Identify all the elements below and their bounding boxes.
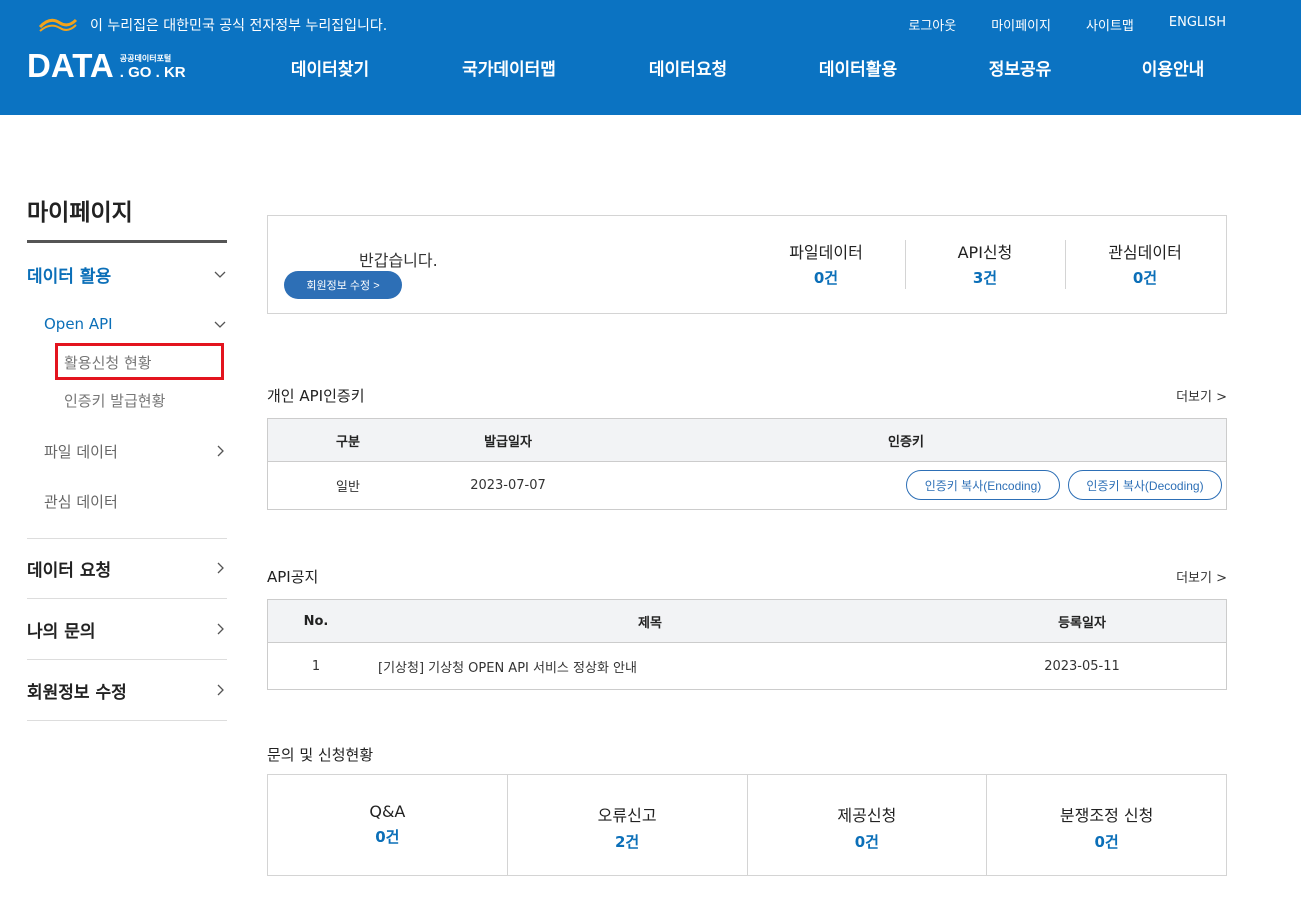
status-qna[interactable]: Q&A 0건 xyxy=(268,775,508,875)
sitemap-link[interactable]: 사이트맵 xyxy=(1086,15,1134,34)
chevron-down-icon xyxy=(214,271,226,278)
chevron-right-icon xyxy=(217,623,224,635)
sidebar-item-label: 회원정보 수정 xyxy=(27,682,127,703)
main-nav: 데이터찾기 국가데이터맵 데이터요청 데이터활용 정보공유 이용안내 xyxy=(0,55,1301,81)
sidebar-item-label: 나의 문의 xyxy=(27,621,96,642)
api-notice-more-link[interactable]: 더보기 > xyxy=(1176,567,1227,586)
sidebar-item-label: 파일 데이터 xyxy=(44,442,118,461)
status-error-report[interactable]: 오류신고 2건 xyxy=(508,775,748,875)
sidebar-item-label: Open API xyxy=(44,315,113,333)
chevron-right-icon xyxy=(217,684,224,696)
sidebar-item-interest-data[interactable]: 관심 데이터 xyxy=(44,490,227,512)
api-key-more-link[interactable]: 더보기 > xyxy=(1176,386,1227,405)
status-dispute-request[interactable]: 분쟁조정 신청 0건 xyxy=(987,775,1226,875)
sidebar-item-member-edit[interactable]: 회원정보 수정 xyxy=(27,678,227,703)
sidebar-item-label: 인증키 발급현황 xyxy=(64,391,166,410)
sidebar-title-underline xyxy=(27,240,227,243)
api-key-table: 구분 발급일자 인증키 일반 2023-07-07 인증키 복사(Encodin… xyxy=(267,418,1227,510)
table-header: No. 제목 등록일자 xyxy=(268,600,1226,643)
greeting-text: 반갑습니다. xyxy=(359,251,438,270)
notice-subject-link[interactable]: [기상청] 기상청 OPEN API 서비스 정상화 안내 xyxy=(378,643,678,689)
sidebar-divider xyxy=(27,720,227,721)
sidebar-divider xyxy=(27,659,227,660)
gov-notice-bar: 이 누리집은 대한민국 공식 전자정부 누리집입니다. xyxy=(36,13,387,37)
status-value: 0건 xyxy=(854,833,879,851)
status-value: 2건 xyxy=(615,833,640,851)
nav-data-use[interactable]: 데이터활용 xyxy=(819,55,897,80)
key-date-cell: 2023-07-07 xyxy=(470,478,546,493)
sidebar-item-label: 관심 데이터 xyxy=(44,492,118,511)
sidebar-divider xyxy=(27,598,227,599)
nav-data-search[interactable]: 데이터찾기 xyxy=(291,55,369,80)
welcome-panel: 반갑습니다. 회원정보 수정 > 파일데이터 0건 API신청 3건 관심데이터… xyxy=(267,215,1227,314)
stat-interest-data[interactable]: 관심데이터 0건 xyxy=(1065,239,1225,288)
chevron-right-icon xyxy=(217,562,224,574)
column-header-subject: 제목 xyxy=(638,615,662,631)
nav-info-share[interactable]: 정보공유 xyxy=(989,55,1052,80)
notice-no-cell: 1 xyxy=(311,658,321,674)
inquiry-status-panel: Q&A 0건 오류신고 2건 제공신청 0건 분쟁조정 신청 0건 xyxy=(267,774,1227,876)
stat-label: 관심데이터 xyxy=(1108,243,1182,262)
table-header: 구분 발급일자 인증키 xyxy=(268,419,1226,462)
stat-file-data[interactable]: 파일데이터 0건 xyxy=(746,239,906,288)
stat-api-apply[interactable]: API신청 3건 xyxy=(905,239,1065,288)
stat-label: API신청 xyxy=(957,243,1013,262)
table-row: 일반 2023-07-07 인증키 복사(Encoding) 인증키 복사(De… xyxy=(268,462,1226,509)
mypage-link[interactable]: 마이페이지 xyxy=(991,15,1051,34)
chevron-down-icon xyxy=(214,321,226,328)
column-header-date: 등록일자 xyxy=(1058,615,1106,631)
status-label: 제공신청 xyxy=(837,806,897,825)
api-notice-section-title: API공지 xyxy=(267,568,319,586)
key-type-cell: 일반 xyxy=(336,480,360,495)
sidebar-item-file-data[interactable]: 파일 데이터 xyxy=(44,440,227,462)
stat-value: 0건 xyxy=(813,269,839,287)
status-label: 분쟁조정 신청 xyxy=(1059,806,1154,825)
copy-key-decoding-button[interactable]: 인증키 복사(Decoding) xyxy=(1068,470,1222,500)
utility-links: 로그아웃 마이페이지 사이트맵 ENGLISH xyxy=(908,15,1301,34)
site-header: 이 누리집은 대한민국 공식 전자정부 누리집입니다. 로그아웃 마이페이지 사… xyxy=(0,0,1301,115)
nav-guide[interactable]: 이용안내 xyxy=(1142,55,1205,80)
status-value: 0건 xyxy=(1094,833,1119,851)
api-notice-table: No. 제목 등록일자 1 [기상청] 기상청 OPEN API 서비스 정상화… xyxy=(267,599,1227,690)
copy-key-encoding-button[interactable]: 인증키 복사(Encoding) xyxy=(906,470,1060,500)
gov-notice-text: 이 누리집은 대한민국 공식 전자정부 누리집입니다. xyxy=(90,18,388,34)
sidebar-item-my-inquiry[interactable]: 나의 문의 xyxy=(27,617,227,642)
status-value: 0건 xyxy=(375,828,400,846)
status-label: Q&A xyxy=(369,802,406,821)
sidebar-item-open-api[interactable]: Open API xyxy=(44,313,227,335)
english-link[interactable]: ENGLISH xyxy=(1169,15,1226,34)
column-header-issue-date: 발급일자 xyxy=(484,434,532,450)
sidebar-item-label: 데이터 활용 xyxy=(27,266,112,287)
chevron-right-icon xyxy=(217,445,224,457)
inquiry-section-title: 문의 및 신청현황 xyxy=(267,746,374,764)
stat-value: 0건 xyxy=(1132,269,1158,287)
column-header-key: 인증키 xyxy=(888,434,924,450)
column-header-no: No. xyxy=(303,613,329,629)
status-provide-request[interactable]: 제공신청 0건 xyxy=(748,775,988,875)
highlight-box xyxy=(55,343,224,380)
sidebar-item-data-use[interactable]: 데이터 활용 xyxy=(27,262,227,287)
sidebar-item-key-status[interactable]: 인증키 발급현황 xyxy=(64,389,214,411)
status-label: 오류신고 xyxy=(597,806,657,825)
notice-date-cell: 2023-05-11 xyxy=(1044,658,1120,674)
sidebar-item-data-request[interactable]: 데이터 요청 xyxy=(27,556,227,581)
api-key-section-title: 개인 API인증키 xyxy=(267,387,365,405)
sidebar-divider xyxy=(27,538,227,539)
stat-label: 파일데이터 xyxy=(789,243,863,262)
edit-member-info-button[interactable]: 회원정보 수정 > xyxy=(284,271,402,299)
gov-emblem-icon xyxy=(38,18,78,32)
sidebar-title: 마이페이지 xyxy=(27,200,133,226)
column-header-type: 구분 xyxy=(336,434,360,450)
stat-value: 3건 xyxy=(972,269,998,287)
sidebar-item-label: 데이터 요청 xyxy=(27,560,112,581)
nav-data-request[interactable]: 데이터요청 xyxy=(649,55,727,80)
nav-national-data-map[interactable]: 국가데이터맵 xyxy=(462,55,556,80)
logout-link[interactable]: 로그아웃 xyxy=(908,15,956,34)
table-row[interactable]: 1 [기상청] 기상청 OPEN API 서비스 정상화 안내 2023-05-… xyxy=(268,643,1226,689)
